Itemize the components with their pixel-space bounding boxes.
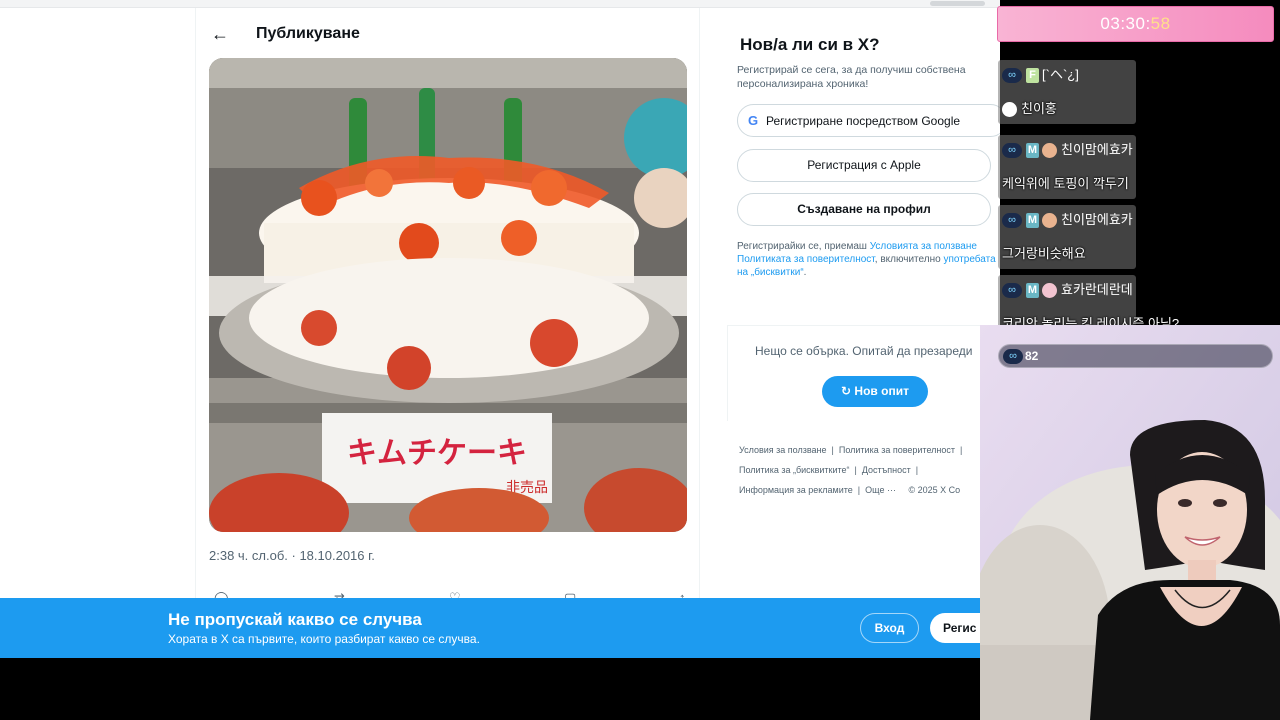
chat-username: 친이맘에효카 (1061, 212, 1133, 227)
terms-notice: Регистрирайки се, приемаш Условията за п… (737, 240, 1007, 279)
footer-terms-link[interactable]: Условия за ползване (739, 445, 827, 455)
chat-message: ∞ F [`ヘ`¿] 친이홍 (998, 60, 1136, 124)
fan-tag: F (1026, 68, 1039, 84)
member-tag: M (1026, 283, 1039, 299)
avatar (1042, 283, 1057, 299)
footer-accessibility-link[interactable]: Достъпност (862, 465, 911, 475)
error-message: Нещо се обърка. Опитай да презареди (755, 344, 973, 358)
horizontal-scrollbar[interactable] (930, 1, 985, 6)
timer-seconds: 58 (1150, 14, 1171, 33)
viewer-count-bar: ∞ 82 (998, 344, 1273, 368)
browser-top-strip (0, 0, 1000, 8)
chat-username: [`ヘ`¿] (1042, 67, 1079, 82)
retry-label: Нов опит (854, 384, 909, 398)
terms-prefix: Регистрирайки се, приемаш (737, 241, 867, 252)
apple-signup-button[interactable]: Регистрация с Apple (737, 149, 991, 182)
banner-subtitle: Хората в X са първите, които разбират ка… (168, 632, 480, 646)
footer-copyright: © 2025 X Co (908, 485, 961, 495)
footer-privacy-link[interactable]: Политика за поверителност (839, 445, 955, 455)
member-tag: M (1026, 143, 1039, 159)
signup-banner: Не пропускай какво се случва Хората в X … (0, 598, 990, 658)
apple-signup-label: Регистрация с Apple (807, 158, 921, 172)
post-timestamp[interactable]: 2:38 ч. сл.об. · 18.10.2016 г. (209, 548, 375, 563)
footer-ads-link[interactable]: Информация за рекламите (739, 485, 853, 495)
chat-text-content: 친이홍 (1021, 101, 1057, 116)
google-signup-button[interactable]: G Регистриране посредством Google (737, 104, 1007, 137)
sign-text: キムチケーキ (347, 436, 527, 471)
refresh-icon: ↻ (841, 384, 852, 398)
banner-title: Не пропускай какво се случва (168, 610, 422, 629)
chat-text: 케익위에 토핑이 깍두기 (1002, 176, 1129, 191)
chat-message: ∞ M 친이맘에효카 그거랑비슷해요 (998, 205, 1136, 269)
google-icon: G (748, 113, 759, 128)
footer-links: Условия за ползване | Политика за поверите… (739, 445, 963, 495)
chat-header: ∞ M 친이맘에효카 (1002, 139, 1133, 159)
terms-mid: , включително (874, 254, 941, 265)
signup-subtitle: Регистрирай се сега, за да получиш собст… (737, 64, 966, 90)
post-column: ← Публикуване キムチケーキ 非売品 2:38 ч. сл.об. … (195, 8, 700, 608)
avatar (1002, 102, 1017, 118)
chat-header: ∞ F [`ヘ`¿] (1002, 64, 1079, 84)
chat-header: ∞ M 친이맘에효카 (1002, 209, 1133, 229)
member-tag: M (1026, 213, 1039, 229)
infinity-badge-icon: ∞ (1002, 143, 1022, 159)
back-arrow-icon[interactable]: ← (208, 22, 232, 46)
viewer-count: 82 (1025, 349, 1039, 363)
login-button[interactable]: Вход (860, 613, 919, 643)
stream-timer: 03:30:58 (997, 6, 1274, 42)
avatar (1042, 213, 1057, 229)
signup-heading: Нов/а ли си в X? (740, 35, 880, 54)
page-title: Публикуване (256, 25, 360, 42)
avatar (1042, 143, 1057, 159)
chat-text: 그거랑비슷해요 (1002, 246, 1086, 261)
terms-end: . (803, 267, 807, 278)
google-signup-label: Регистриране посредством Google (766, 114, 961, 128)
footer-cookies-link[interactable]: Политика за „бисквитките“ (739, 465, 850, 475)
error-card: Нещо се обърка. Опитай да презареди ↻ Но… (727, 325, 1007, 421)
infinity-badge-icon: ∞ (1002, 283, 1022, 299)
infinity-badge-icon: ∞ (1003, 349, 1023, 364)
post-image[interactable]: キムチケーキ 非売品 (209, 58, 687, 532)
timer-main: 03:30: (1100, 14, 1151, 33)
privacy-link[interactable]: Политиката за поверителност (737, 254, 875, 265)
chat-text: 친이홍 (1002, 98, 1057, 118)
create-profile-button[interactable]: Създаване на профил (737, 193, 991, 226)
webcam-feed (980, 325, 1280, 720)
retry-button[interactable]: ↻ Нов опит (822, 376, 928, 407)
infinity-badge-icon: ∞ (1002, 213, 1022, 229)
streamer-webcam-image (980, 325, 1280, 720)
kimchi-cake-photo: キムチケーキ 非売品 (209, 58, 687, 532)
footer-more-link[interactable]: Още ··· (865, 485, 896, 495)
terms-link[interactable]: Условията за ползване (870, 241, 977, 252)
chat-username: 효카란데란데 (1061, 282, 1133, 297)
chat-username: 친이맘에효카 (1061, 142, 1133, 157)
infinity-badge-icon: ∞ (1002, 68, 1022, 84)
chat-header: ∞ M 효카란데란데 (1002, 279, 1133, 299)
chat-message: ∞ M 친이맘에효카 케익위에 토핑이 깍두기 (998, 135, 1136, 199)
